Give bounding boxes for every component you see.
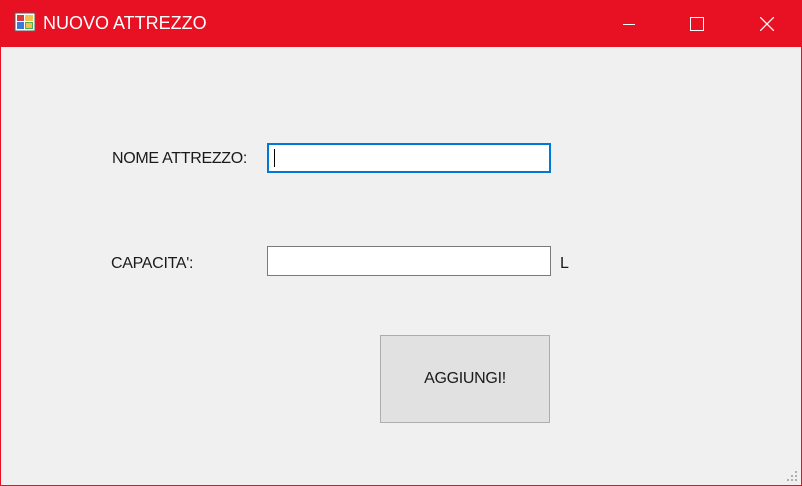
minimize-button[interactable] — [595, 0, 663, 47]
window-title: NUOVO ATTREZZO — [43, 13, 207, 33]
app-window: NUOVO ATTREZZO NOME ATTREZZO: CAPACITA':… — [0, 0, 802, 486]
maximize-button[interactable] — [663, 0, 731, 47]
capacity-label: CAPACITA': — [111, 255, 194, 272]
app-icon — [14, 12, 36, 32]
close-icon — [760, 16, 774, 31]
name-label: NOME ATTREZZO: — [112, 150, 248, 167]
text-caret — [274, 149, 275, 167]
add-button[interactable]: AGGIUNGI! — [380, 335, 550, 423]
capacity-input[interactable] — [267, 246, 551, 276]
add-button-label: AGGIUNGI! — [424, 370, 506, 387]
maximize-icon — [690, 16, 704, 31]
capacity-unit-label: L — [560, 255, 569, 272]
name-input[interactable] — [267, 143, 551, 173]
title-bar[interactable]: NUOVO ATTREZZO — [1, 0, 801, 47]
resize-grip-icon[interactable] — [786, 470, 798, 482]
minimize-icon — [623, 23, 635, 25]
close-button[interactable] — [733, 0, 801, 47]
